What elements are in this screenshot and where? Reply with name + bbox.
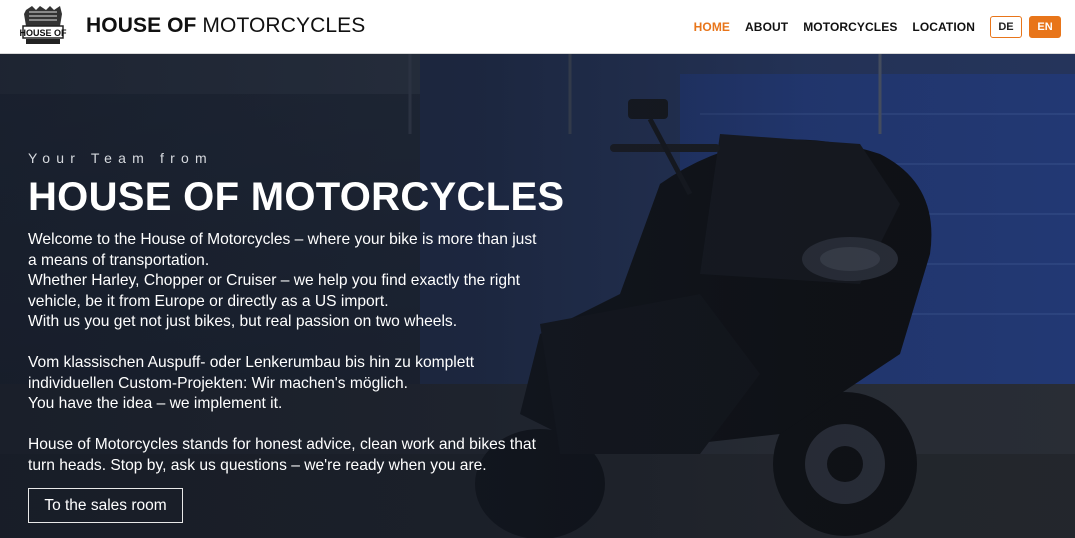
hero-paragraph-3: House of Motorcycles stands for honest a… [28, 435, 588, 476]
main-nav: HOME ABOUT MOTORCYCLES LOCATION DE EN [694, 0, 1075, 54]
text-line: a means of transportation. [28, 251, 210, 269]
brand-bold: HOUSE OF [86, 14, 197, 37]
text-line: individuellen Custom-Projekten: Wir mach… [28, 374, 408, 392]
lang-de-button[interactable]: DE [990, 16, 1022, 38]
nav-home[interactable]: HOME [694, 20, 730, 34]
svg-text:HOUSE OF: HOUSE OF [19, 28, 67, 38]
text-line: House of Motorcycles stands for honest a… [28, 436, 536, 453]
brand-light: MOTORCYCLES [202, 14, 366, 37]
hero-content: Your Team from HOUSE OF MOTORCYCLES Welc… [28, 150, 588, 476]
text-line: turn heads. Stop by, ask us questions – … [28, 456, 487, 474]
text-line: Welcome to the House of Motorcycles – wh… [28, 231, 537, 248]
text-line: Whether Harley, Chopper or Cruiser – we … [28, 272, 521, 289]
hero-paragraph-2: Vom klassischen Auspuff- oder Lenkerumba… [28, 353, 588, 415]
nav-motorcycles[interactable]: MOTORCYCLES [803, 20, 897, 34]
text-line: vehicle, be it from Europe or directly a… [28, 292, 389, 310]
hero-paragraph-1: Welcome to the House of Motorcycles – wh… [28, 230, 588, 333]
site-header: HOUSE OF HOUSE OF MOTORCYCLES HOME ABOUT… [0, 0, 1075, 54]
lang-en-button[interactable]: EN [1029, 16, 1061, 38]
hero-title: HOUSE OF MOTORCYCLES [28, 175, 565, 219]
sales-room-button[interactable]: To the sales room [28, 488, 183, 523]
brand-name[interactable]: HOUSE OF MOTORCYCLES [86, 14, 365, 38]
nav-location[interactable]: LOCATION [912, 20, 975, 34]
text-line: Vom klassischen Auspuff- oder Lenkerumba… [28, 354, 475, 371]
text-line: You have the idea – we implement it. [28, 395, 283, 412]
logo-icon[interactable]: HOUSE OF [18, 4, 68, 48]
hero-section: Your Team from HOUSE OF MOTORCYCLES Welc… [0, 54, 1075, 538]
text-line: With us you get not just bikes, but real… [28, 313, 458, 330]
hero-kicker: Your Team from [28, 150, 213, 166]
nav-about[interactable]: ABOUT [745, 20, 788, 34]
